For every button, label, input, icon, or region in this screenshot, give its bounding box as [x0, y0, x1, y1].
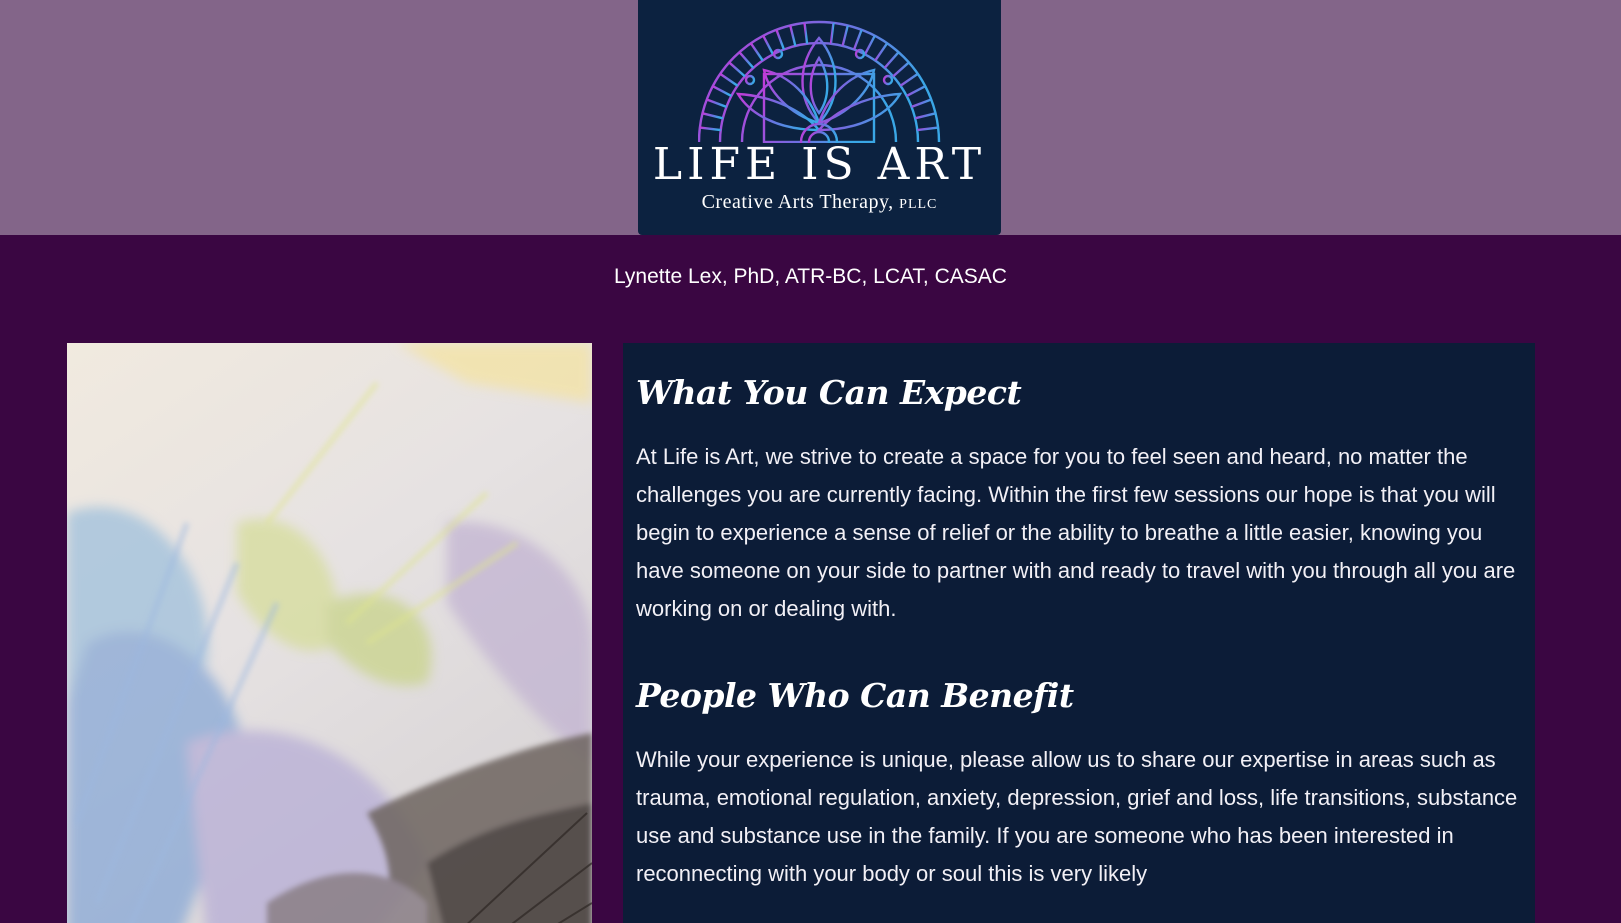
section-body: At Life is Art, we strive to create a sp… — [636, 444, 1516, 621]
therapist-credentials: Lynette Lex, PhD, ATR-BC, LCAT, CASAC — [614, 265, 1007, 288]
logo-subtitle: Creative Arts Therapy, PLLC — [638, 191, 1001, 214]
section-heading: People Who Can Benefit — [636, 676, 1074, 715]
site-logo[interactable]: LIFE IS ART Creative Arts Therapy, PLLC — [638, 0, 1001, 235]
section-body: While your experience is unique, please … — [636, 747, 1518, 886]
section-heading: What You Can Expect — [636, 373, 1022, 412]
logo-subtitle-main: Creative Arts Therapy, — [701, 191, 894, 213]
logo-subtitle-suffix: PLLC — [899, 197, 938, 212]
abstract-watercolor-painting — [67, 343, 592, 923]
mandala-lotus-icon — [698, 20, 941, 143]
logo-title: LIFE IS ART — [652, 139, 987, 190]
content-panel: What You Can Expect At Life is Art, we s… — [623, 343, 1535, 923]
